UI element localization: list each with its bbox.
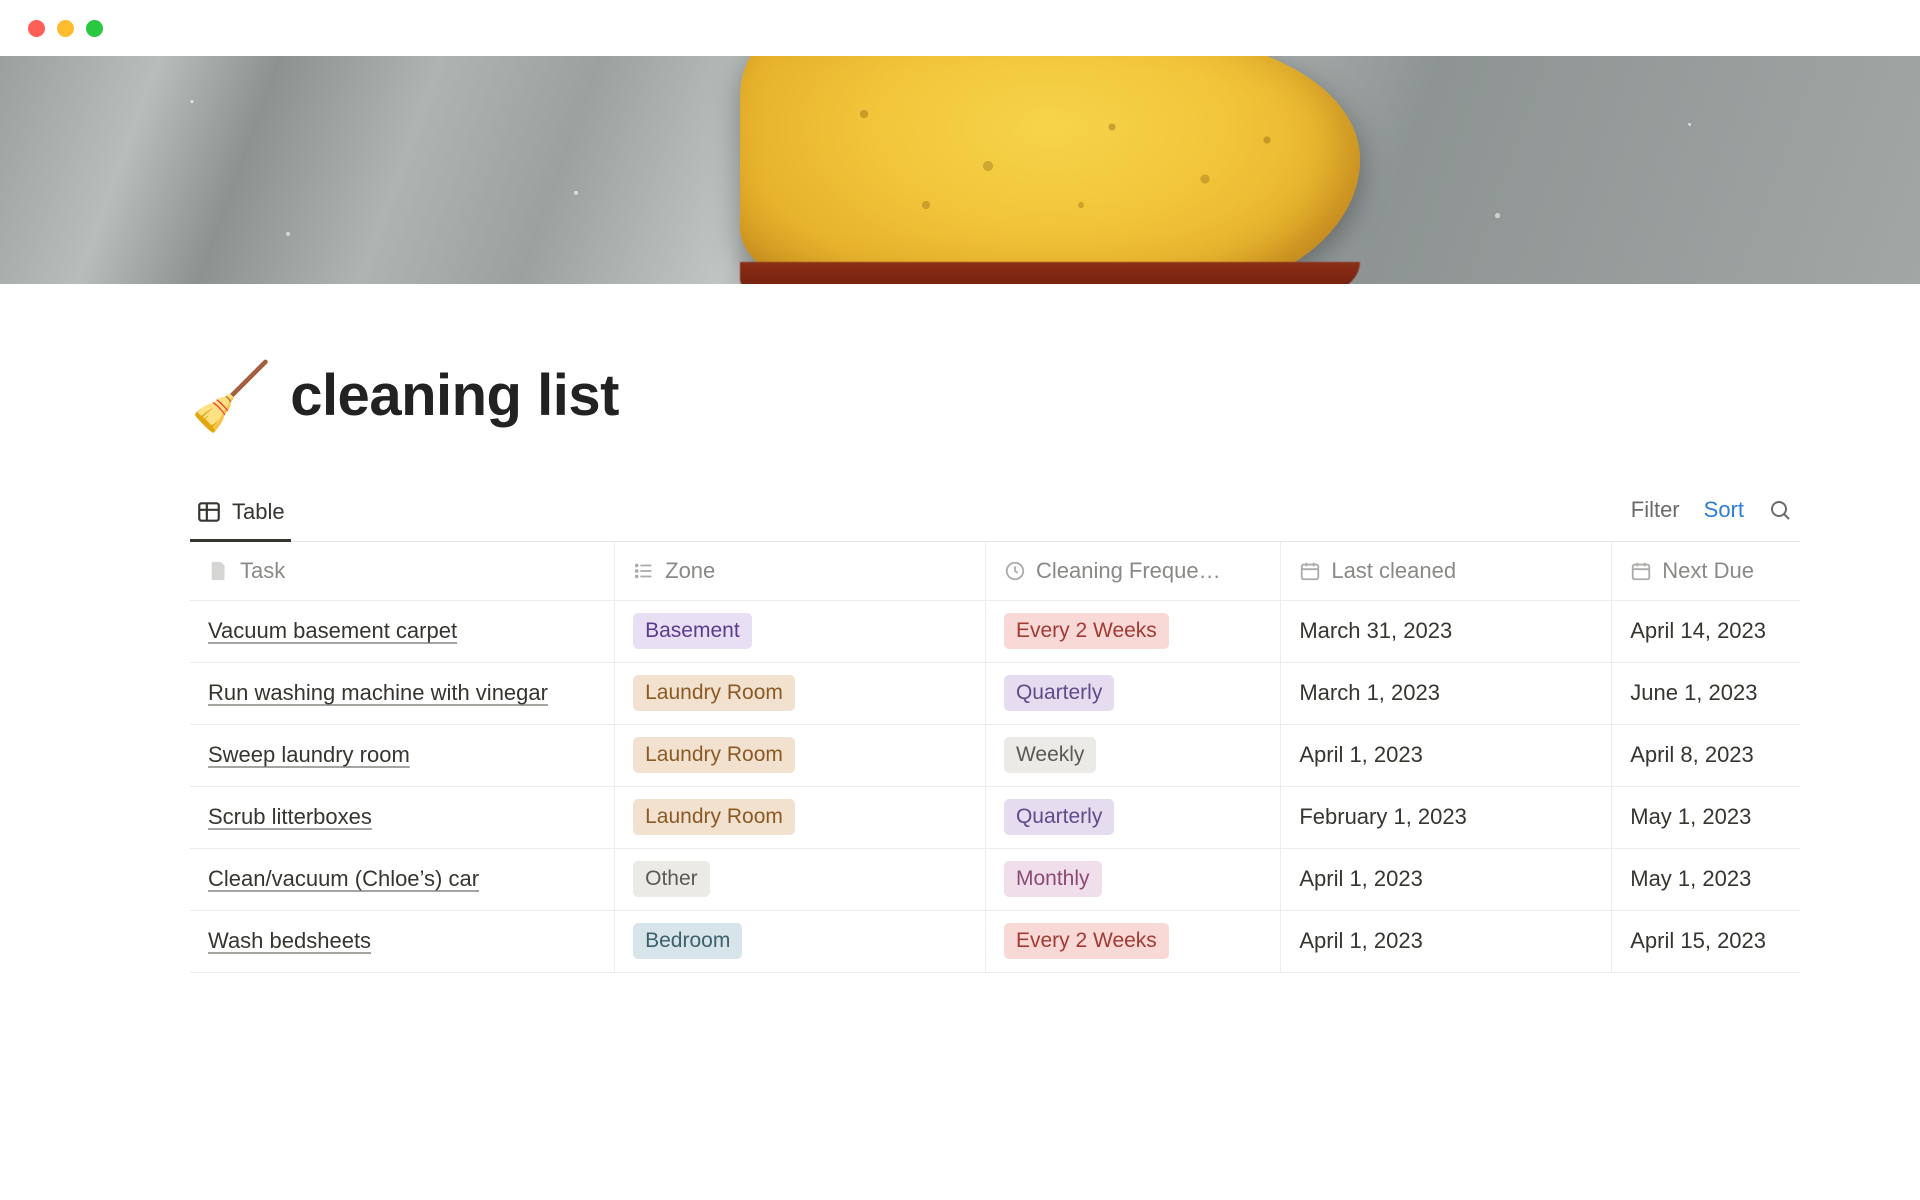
frequency-tag: Every 2 Weeks	[1004, 923, 1169, 958]
frequency-cell[interactable]: Weekly	[985, 724, 1280, 786]
next-due-cell[interactable]: April 14, 2023	[1612, 600, 1800, 662]
page-content: 🧹 cleaning list Table Filter Sort	[0, 284, 1920, 973]
next-due-cell[interactable]: April 15, 2023	[1612, 910, 1800, 972]
view-toolbar: Filter Sort	[1631, 497, 1800, 533]
date-property-icon	[1299, 560, 1321, 582]
page-header: 🧹 cleaning list	[190, 362, 1920, 429]
cleaning-table: Task Zone Cleaning Freque…	[190, 542, 1800, 973]
task-title-link[interactable]: Scrub litterboxes	[208, 804, 372, 829]
task-title-link[interactable]: Vacuum basement carpet	[208, 618, 457, 643]
last-cleaned-cell[interactable]: March 1, 2023	[1281, 662, 1612, 724]
window-close-button[interactable]	[28, 20, 45, 37]
column-header-next-due[interactable]: Next Due	[1612, 542, 1800, 600]
frequency-cell[interactable]: Quarterly	[985, 662, 1280, 724]
frequency-tag: Weekly	[1004, 737, 1096, 772]
task-cell[interactable]: Wash bedsheets	[190, 910, 615, 972]
multiselect-property-icon	[633, 560, 655, 582]
column-header-task-label: Task	[240, 558, 285, 584]
view-tab-bar: Table Filter Sort	[190, 489, 1800, 542]
task-title-link[interactable]: Sweep laundry room	[208, 742, 410, 767]
table-row[interactable]: Vacuum basement carpet Basement Every 2 We…	[190, 600, 1800, 662]
zone-cell[interactable]: Laundry Room	[615, 724, 986, 786]
column-header-last-cleaned-label: Last cleaned	[1331, 558, 1456, 584]
column-header-task[interactable]: Task	[190, 542, 615, 600]
table-row[interactable]: Wash bedsheets Bedroom Every 2 Weeks April …	[190, 910, 1800, 972]
frequency-tag: Quarterly	[1004, 799, 1114, 834]
window-minimize-button[interactable]	[57, 20, 74, 37]
zone-cell[interactable]: Other	[615, 848, 986, 910]
last-cleaned-cell[interactable]: February 1, 2023	[1281, 786, 1612, 848]
table-row[interactable]: Sweep laundry room Laundry Room Weekly Apri…	[190, 724, 1800, 786]
frequency-cell[interactable]: Monthly	[985, 848, 1280, 910]
zone-tag: Laundry Room	[633, 675, 795, 710]
column-header-frequency-label: Cleaning Freque…	[1036, 558, 1221, 584]
task-cell[interactable]: Scrub litterboxes	[190, 786, 615, 848]
column-header-frequency[interactable]: Cleaning Freque…	[985, 542, 1280, 600]
task-cell[interactable]: Sweep laundry room	[190, 724, 615, 786]
tab-table-label: Table	[232, 499, 285, 525]
zone-cell[interactable]: Basement	[615, 600, 986, 662]
task-cell[interactable]: Vacuum basement carpet	[190, 600, 615, 662]
column-header-zone-label: Zone	[665, 558, 715, 584]
frequency-tag: Quarterly	[1004, 675, 1114, 710]
next-due-cell[interactable]: April 8, 2023	[1612, 724, 1800, 786]
last-cleaned-cell[interactable]: April 1, 2023	[1281, 848, 1612, 910]
sort-button[interactable]: Sort	[1704, 497, 1744, 523]
table-row[interactable]: Clean/vacuum (Chloe’s) car Other Monthly Ap…	[190, 848, 1800, 910]
zone-tag: Laundry Room	[633, 737, 795, 772]
table-row[interactable]: Scrub litterboxes Laundry Room Quarterly Fe…	[190, 786, 1800, 848]
task-cell[interactable]: Run washing machine with vinegar	[190, 662, 615, 724]
zone-tag: Bedroom	[633, 923, 742, 958]
page-cover-image[interactable]	[0, 56, 1920, 284]
date-property-icon	[1630, 560, 1652, 582]
zone-tag: Basement	[633, 613, 752, 648]
filter-button[interactable]: Filter	[1631, 497, 1680, 523]
task-cell[interactable]: Clean/vacuum (Chloe’s) car	[190, 848, 615, 910]
zone-tag: Laundry Room	[633, 799, 795, 834]
page-title[interactable]: cleaning list	[290, 362, 619, 429]
app-window: 🧹 cleaning list Table Filter Sort	[0, 0, 1920, 1200]
task-title-link[interactable]: Run washing machine with vinegar	[208, 680, 548, 705]
zone-tag: Other	[633, 861, 710, 896]
cover-sponge-graphic	[740, 56, 1360, 284]
last-cleaned-cell[interactable]: March 31, 2023	[1281, 600, 1612, 662]
last-cleaned-cell[interactable]: April 1, 2023	[1281, 724, 1612, 786]
last-cleaned-cell[interactable]: April 1, 2023	[1281, 910, 1612, 972]
next-due-cell[interactable]: May 1, 2023	[1612, 848, 1800, 910]
window-zoom-button[interactable]	[86, 20, 103, 37]
table-row[interactable]: Run washing machine with vinegar Laundry …	[190, 662, 1800, 724]
frequency-cell[interactable]: Every 2 Weeks	[985, 600, 1280, 662]
title-property-icon	[208, 560, 230, 582]
search-button[interactable]	[1768, 498, 1792, 522]
column-header-zone[interactable]: Zone	[615, 542, 986, 600]
zone-cell[interactable]: Laundry Room	[615, 662, 986, 724]
window-titlebar	[0, 0, 1920, 56]
frequency-tag: Monthly	[1004, 861, 1102, 896]
zone-cell[interactable]: Bedroom	[615, 910, 986, 972]
zone-cell[interactable]: Laundry Room	[615, 786, 986, 848]
table-header-row: Task Zone Cleaning Freque…	[190, 542, 1800, 600]
task-title-link[interactable]: Wash bedsheets	[208, 928, 371, 953]
clock-property-icon	[1004, 560, 1026, 582]
task-title-link[interactable]: Clean/vacuum (Chloe’s) car	[208, 866, 479, 891]
next-due-cell[interactable]: June 1, 2023	[1612, 662, 1800, 724]
column-header-last-cleaned[interactable]: Last cleaned	[1281, 542, 1612, 600]
page-icon-broom[interactable]: 🧹	[190, 363, 272, 429]
frequency-cell[interactable]: Every 2 Weeks	[985, 910, 1280, 972]
table-icon	[196, 499, 222, 525]
tab-table[interactable]: Table	[190, 489, 291, 542]
search-icon	[1768, 498, 1792, 522]
frequency-tag: Every 2 Weeks	[1004, 613, 1169, 648]
frequency-cell[interactable]: Quarterly	[985, 786, 1280, 848]
column-header-next-due-label: Next Due	[1662, 558, 1754, 584]
next-due-cell[interactable]: May 1, 2023	[1612, 786, 1800, 848]
